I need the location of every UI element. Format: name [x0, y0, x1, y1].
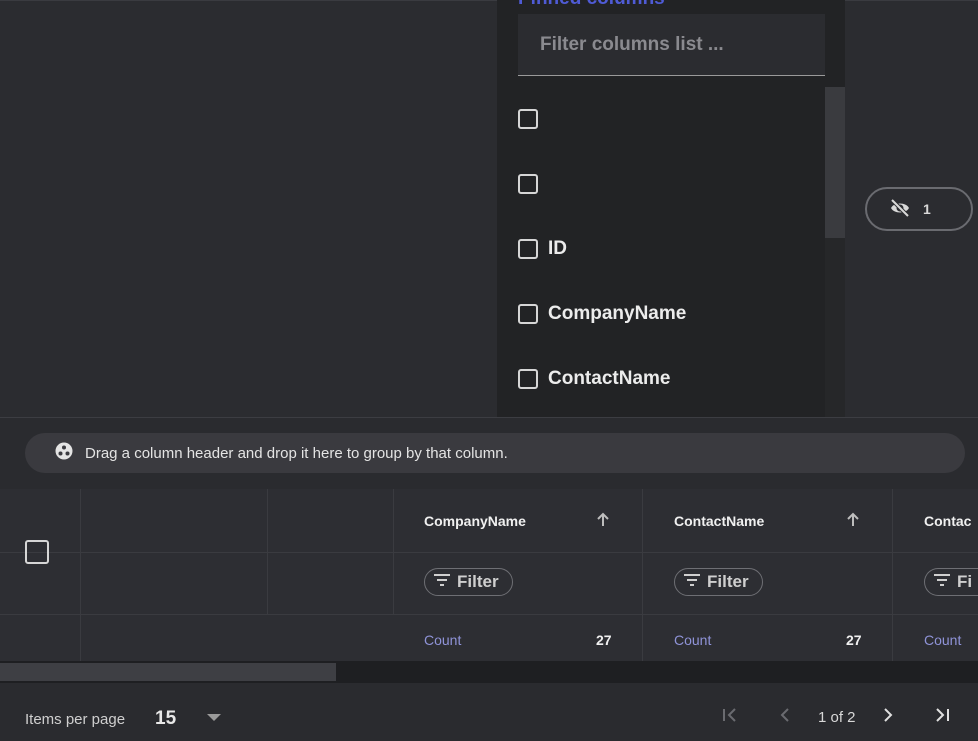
column-checkbox[interactable]: [518, 109, 538, 129]
column-item-contactname[interactable]: ContactName: [518, 364, 670, 394]
filter-label: Filter: [707, 572, 749, 591]
panel-title: Pinned columns: [518, 0, 665, 10]
arrow-up-icon[interactable]: [596, 512, 610, 533]
empty-header-cell: [268, 489, 394, 614]
column-item-label: CompanyName: [548, 303, 687, 324]
chevron-right-icon: [882, 707, 894, 728]
filter-chip-companyname[interactable]: Filter: [424, 568, 513, 596]
selector-column: [0, 489, 81, 661]
data-grid: CompanyName Filter Count 27 ContactName …: [0, 489, 978, 661]
group-icon: [55, 442, 73, 464]
summary-value: 27: [596, 632, 612, 648]
items-per-page-select[interactable]: 15: [155, 708, 176, 730]
filter-columns-input[interactable]: [518, 14, 825, 76]
items-per-page-label: Items per page: [25, 711, 126, 728]
column-item-id[interactable]: ID: [518, 234, 567, 264]
horizontal-scrollbar-thumb[interactable]: [0, 663, 336, 681]
filter-chip-contacttitle[interactable]: Fi: [924, 568, 978, 596]
filter-chip-contactname[interactable]: Filter: [674, 568, 763, 596]
column-header-contacttitle[interactable]: Contac: [924, 513, 971, 529]
previous-page-button[interactable]: [772, 704, 798, 730]
last-page-button[interactable]: [929, 704, 955, 730]
arrow-up-icon[interactable]: [846, 512, 860, 533]
column-checkbox[interactable]: [518, 369, 538, 389]
column-checkbox[interactable]: [518, 304, 538, 324]
filter-icon: [433, 572, 451, 592]
eye-off-icon: [889, 198, 911, 221]
column-item-label: ID: [548, 238, 567, 259]
filter-icon: [933, 572, 951, 592]
last-page-icon: [933, 707, 951, 728]
column-item[interactable]: [518, 169, 548, 199]
pinned-columns-panel: Pinned columns ID CompanyName ContactNam…: [497, 0, 845, 417]
page-info: 1 of 2: [818, 709, 856, 726]
next-page-button[interactable]: [875, 704, 901, 730]
column-checkbox[interactable]: [518, 174, 538, 194]
column-checkbox[interactable]: [518, 239, 538, 259]
group-by-hint: Drag a column header and drop it here to…: [85, 444, 508, 462]
summary-label: Count: [674, 632, 712, 648]
column-item-label: ContactName: [548, 368, 671, 389]
column-item-companyname[interactable]: CompanyName: [518, 299, 686, 329]
filter-icon: [683, 572, 701, 592]
summary-label: Count: [924, 632, 962, 648]
hidden-columns-button[interactable]: 1: [865, 187, 973, 231]
summary-label: Count: [424, 632, 462, 648]
first-page-button[interactable]: [717, 704, 743, 730]
chevron-left-icon: [779, 707, 791, 728]
first-page-icon: [721, 707, 739, 728]
hidden-columns-count: 1: [923, 201, 931, 217]
filter-label: Fi: [957, 572, 973, 591]
panel-scrollbar-thumb[interactable]: [825, 87, 845, 238]
column-header-companyname[interactable]: CompanyName: [424, 513, 526, 529]
summary-value: 27: [846, 632, 862, 648]
group-by-drop-area[interactable]: Drag a column header and drop it here to…: [25, 433, 965, 473]
filter-label: Filter: [457, 572, 499, 591]
select-all-checkbox[interactable]: [25, 540, 49, 564]
caret-down-icon[interactable]: [207, 714, 221, 721]
empty-header-cell: [81, 489, 268, 614]
column-item[interactable]: [518, 104, 548, 134]
column-header-contactname[interactable]: ContactName: [674, 513, 764, 529]
